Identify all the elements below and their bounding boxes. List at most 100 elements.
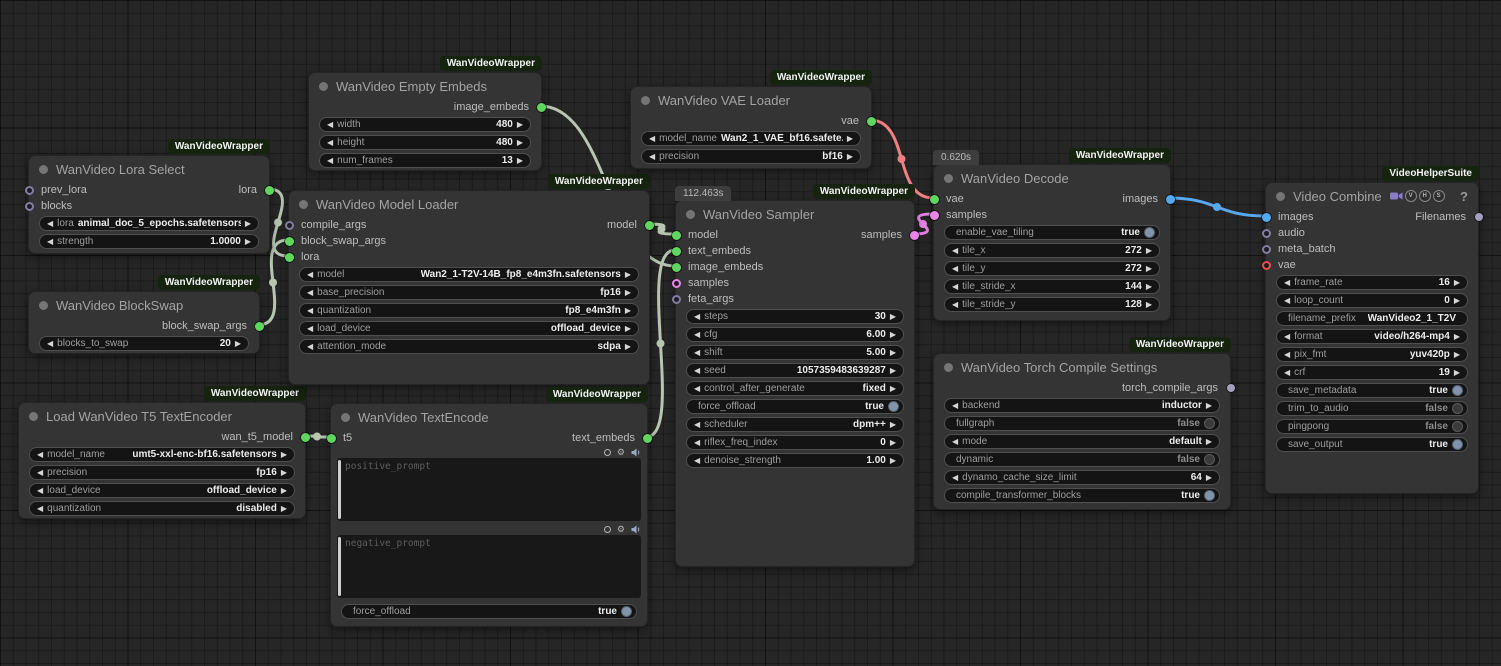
input-slot-t5[interactable]	[327, 434, 336, 443]
output-slot-torch_compile_args[interactable]	[1227, 384, 1235, 392]
widget-backend[interactable]: ◀backendinductor▶	[944, 398, 1220, 413]
increment-arrow-icon[interactable]: ▶	[1454, 369, 1460, 377]
widget-strength[interactable]: ◀strength1.0000▶	[39, 234, 259, 249]
increment-arrow-icon[interactable]: ▶	[890, 331, 896, 339]
widget-frame_rate[interactable]: ◀frame_rate16▶	[1276, 275, 1468, 290]
node-decode[interactable]: 0.620sWanVideoWrapperWanVideo Decodevaei…	[933, 164, 1171, 321]
widget-format[interactable]: ◀formatvideo/h264-mp4▶	[1276, 329, 1468, 344]
decrement-arrow-icon[interactable]: ◀	[694, 367, 700, 375]
widget-pingpong[interactable]: pingpongfalse	[1276, 419, 1468, 434]
decrement-arrow-icon[interactable]: ◀	[649, 135, 655, 143]
widget-scheduler[interactable]: ◀schedulerdpm++▶	[686, 417, 904, 432]
node-lora_select[interactable]: WanVideoWrapperWanVideo Lora Selectprev_…	[28, 155, 270, 254]
input-slot-feta_args[interactable]	[672, 295, 681, 304]
output-slot-model[interactable]	[645, 221, 654, 230]
input-slot-blocks[interactable]	[25, 202, 34, 211]
decrement-arrow-icon[interactable]: ◀	[47, 220, 53, 228]
widget-seed[interactable]: ◀seed1057359483639287▶	[686, 363, 904, 378]
decrement-arrow-icon[interactable]: ◀	[1284, 369, 1290, 377]
output-slot-images[interactable]	[1166, 195, 1175, 204]
increment-arrow-icon[interactable]: ▶	[890, 457, 896, 465]
decrement-arrow-icon[interactable]: ◀	[37, 451, 43, 459]
widget-save_output[interactable]: save_outputtrue	[1276, 437, 1468, 452]
widget-load_device[interactable]: ◀load_deviceoffload_device▶	[299, 321, 639, 336]
increment-arrow-icon[interactable]: ▶	[517, 121, 523, 129]
output-slot-vae[interactable]	[867, 117, 876, 126]
decrement-arrow-icon[interactable]: ◀	[1284, 279, 1290, 287]
decrement-arrow-icon[interactable]: ◀	[952, 301, 958, 309]
decrement-arrow-icon[interactable]: ◀	[307, 289, 313, 297]
increment-arrow-icon[interactable]: ▶	[1454, 279, 1460, 287]
widget-mode[interactable]: ◀modedefault▶	[944, 434, 1220, 449]
gear-icon[interactable]: ⚙	[617, 448, 625, 457]
decrement-arrow-icon[interactable]: ◀	[952, 247, 958, 255]
decrement-arrow-icon[interactable]: ◀	[694, 313, 700, 321]
node-model_loader[interactable]: WanVideoWrapperWanVideo Model Loadercomp…	[288, 190, 650, 385]
input-slot-block_swap_args[interactable]	[285, 237, 294, 246]
input-slot-lora[interactable]	[285, 253, 294, 262]
increment-arrow-icon[interactable]: ▶	[625, 325, 631, 333]
increment-arrow-icon[interactable]: ▶	[890, 367, 896, 375]
decrement-arrow-icon[interactable]: ◀	[1284, 351, 1290, 359]
node-sampler[interactable]: 112.463sWanVideoWrapperWanVideo Samplerm…	[675, 200, 915, 567]
widget-model_name[interactable]: ◀model_nameumt5-xxl-enc-bf16.safetensors…	[29, 447, 295, 462]
output-slot-lora[interactable]	[265, 186, 274, 195]
collapse-dot-icon[interactable]	[39, 301, 48, 310]
decrement-arrow-icon[interactable]: ◀	[47, 238, 53, 246]
toggle-knob[interactable]	[1204, 490, 1215, 501]
toggle-knob[interactable]	[1452, 403, 1463, 414]
input-slot-samples[interactable]	[672, 279, 681, 288]
input-slot-images[interactable]	[1262, 213, 1271, 222]
widget-precision[interactable]: ◀precisionbf16▶	[641, 149, 861, 164]
increment-arrow-icon[interactable]: ▶	[890, 421, 896, 429]
widget-trim_to_audio[interactable]: trim_to_audiofalse	[1276, 401, 1468, 416]
decrement-arrow-icon[interactable]: ◀	[694, 385, 700, 393]
decrement-arrow-icon[interactable]: ◀	[694, 349, 700, 357]
increment-arrow-icon[interactable]: ▶	[890, 349, 896, 357]
widget-num_frames[interactable]: ◀num_frames13▶	[319, 153, 531, 168]
widget-denoise_strength[interactable]: ◀denoise_strength1.00▶	[686, 453, 904, 468]
toggle-knob[interactable]	[621, 606, 632, 617]
decrement-arrow-icon[interactable]: ◀	[694, 439, 700, 447]
collapse-dot-icon[interactable]	[1276, 192, 1285, 201]
node-t5_loader[interactable]: WanVideoWrapperLoad WanVideo T5 TextEnco…	[18, 402, 306, 519]
increment-arrow-icon[interactable]: ▶	[625, 289, 631, 297]
widget-positive_prompt-textarea[interactable]: positive_prompt	[337, 458, 641, 521]
widget-enable_vae_tiling[interactable]: enable_vae_tilingtrue	[944, 225, 1160, 240]
increment-arrow-icon[interactable]: ▶	[890, 385, 896, 393]
widget-cfg[interactable]: ◀cfg6.00▶	[686, 327, 904, 342]
input-slot-audio[interactable]	[1262, 229, 1271, 238]
input-slot-vae[interactable]	[930, 195, 939, 204]
widget-load_device[interactable]: ◀load_deviceoffload_device▶	[29, 483, 295, 498]
decrement-arrow-icon[interactable]: ◀	[694, 421, 700, 429]
node-textencode[interactable]: WanVideoWrapperWanVideo TextEncodet5text…	[330, 403, 648, 627]
node-title-bar[interactable]: Video CombineVHS?	[1266, 183, 1478, 209]
decrement-arrow-icon[interactable]: ◀	[47, 340, 53, 348]
increment-arrow-icon[interactable]: ▶	[281, 451, 287, 459]
decrement-arrow-icon[interactable]: ◀	[307, 343, 313, 351]
increment-arrow-icon[interactable]: ▶	[1146, 247, 1152, 255]
widget-force_offload[interactable]: force_offloadtrue	[341, 604, 637, 619]
increment-arrow-icon[interactable]: ▶	[625, 307, 631, 315]
increment-arrow-icon[interactable]: ▶	[245, 238, 251, 246]
output-slot-text_embeds[interactable]	[643, 434, 652, 443]
output-slot-wan_t5_model[interactable]	[301, 433, 310, 442]
increment-arrow-icon[interactable]: ▶	[847, 135, 853, 143]
widget-tile_stride_x[interactable]: ◀tile_stride_x144▶	[944, 279, 1160, 294]
widget-steps[interactable]: ◀steps30▶	[686, 309, 904, 324]
node-title-bar[interactable]: WanVideo Empty Embeds	[309, 73, 541, 99]
widget-pix_fmt[interactable]: ◀pix_fmtyuv420p▶	[1276, 347, 1468, 362]
graph-canvas[interactable]: WanVideoWrapperWanVideo Lora Selectprev_…	[0, 0, 1501, 666]
collapse-dot-icon[interactable]	[944, 174, 953, 183]
decrement-arrow-icon[interactable]: ◀	[307, 325, 313, 333]
widget-lora[interactable]: ◀loraanimal_doc_5_epochs.safetensors▶	[39, 216, 259, 231]
increment-arrow-icon[interactable]: ▶	[890, 439, 896, 447]
increment-arrow-icon[interactable]: ▶	[1454, 351, 1460, 359]
decrement-arrow-icon[interactable]: ◀	[37, 487, 43, 495]
increment-arrow-icon[interactable]: ▶	[1206, 438, 1212, 446]
increment-arrow-icon[interactable]: ▶	[517, 157, 523, 165]
widget-shift[interactable]: ◀shift5.00▶	[686, 345, 904, 360]
help-icon[interactable]: ?	[1460, 189, 1468, 204]
widget-quantization[interactable]: ◀quantizationfp8_e4m3fn▶	[299, 303, 639, 318]
decrement-arrow-icon[interactable]: ◀	[37, 505, 43, 513]
